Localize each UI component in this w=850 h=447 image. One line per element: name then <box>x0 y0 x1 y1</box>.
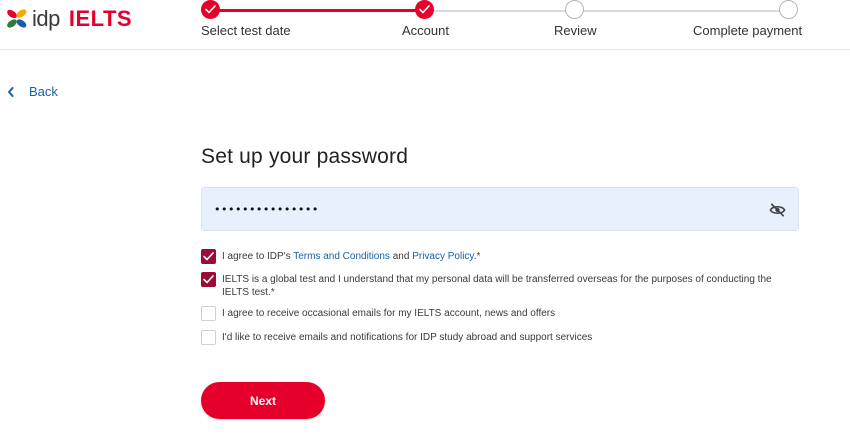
step-3-circle-icon <box>565 0 584 19</box>
study-abroad-consent-text: I'd like to receive emails and notificat… <box>222 332 593 343</box>
step-2-check-icon <box>415 0 434 19</box>
step-label-select-test-date: Select test date <box>201 23 291 38</box>
ielts-emails-consent-text: I agree to receive occasional emails for… <box>222 308 556 319</box>
idp-leaf-icon <box>7 9 27 28</box>
step-label-complete-payment: Complete payment <box>693 23 803 38</box>
privacy-policy-link[interactable]: Privacy Policy <box>412 251 474 262</box>
terms-consent-text: I agree to IDP's Terms and Conditions an… <box>222 251 481 262</box>
header: idp IELTS Select test date Account Revie… <box>0 0 850 50</box>
password-input[interactable] <box>214 198 754 220</box>
page-title: Set up your password <box>201 145 409 168</box>
logo-ielts-text: IELTS <box>68 6 133 31</box>
password-field[interactable] <box>201 187 799 231</box>
back-label: Back <box>29 84 58 99</box>
progress-stepper: Select test date Account Review Complete… <box>200 0 803 50</box>
study-abroad-checkbox[interactable] <box>201 330 216 345</box>
chevron-left-icon <box>8 86 14 97</box>
terms-consent-row: I agree to IDP's Terms and Conditions an… <box>201 249 792 264</box>
step-4-circle-icon <box>779 0 798 19</box>
logo-idp-text: idp <box>32 6 60 31</box>
terms-and-conditions-link[interactable]: Terms and Conditions <box>293 251 390 262</box>
step-label-account: Account <box>402 23 449 38</box>
step-1-check-icon <box>201 0 220 19</box>
next-button[interactable]: Next <box>201 382 325 419</box>
idp-ielts-logo[interactable]: idp IELTS <box>5 6 132 32</box>
back-link[interactable]: Back <box>6 84 58 99</box>
ielts-emails-checkbox[interactable] <box>201 306 216 321</box>
step-label-review: Review <box>554 23 597 38</box>
stepper-line-completed <box>210 9 425 12</box>
data-transfer-consent-row: IELTS is a global test and I understand … <box>201 272 792 299</box>
terms-checkbox[interactable] <box>201 249 216 264</box>
data-transfer-consent-text: IELTS is a global test and I understand … <box>222 274 772 298</box>
stepper-line-remaining <box>425 9 789 12</box>
study-abroad-consent-row: I'd like to receive emails and notificat… <box>201 330 792 345</box>
ielts-emails-consent-row: I agree to receive occasional emails for… <box>201 306 792 321</box>
data-transfer-checkbox[interactable] <box>201 272 216 287</box>
eye-slash-icon[interactable] <box>769 202 786 218</box>
